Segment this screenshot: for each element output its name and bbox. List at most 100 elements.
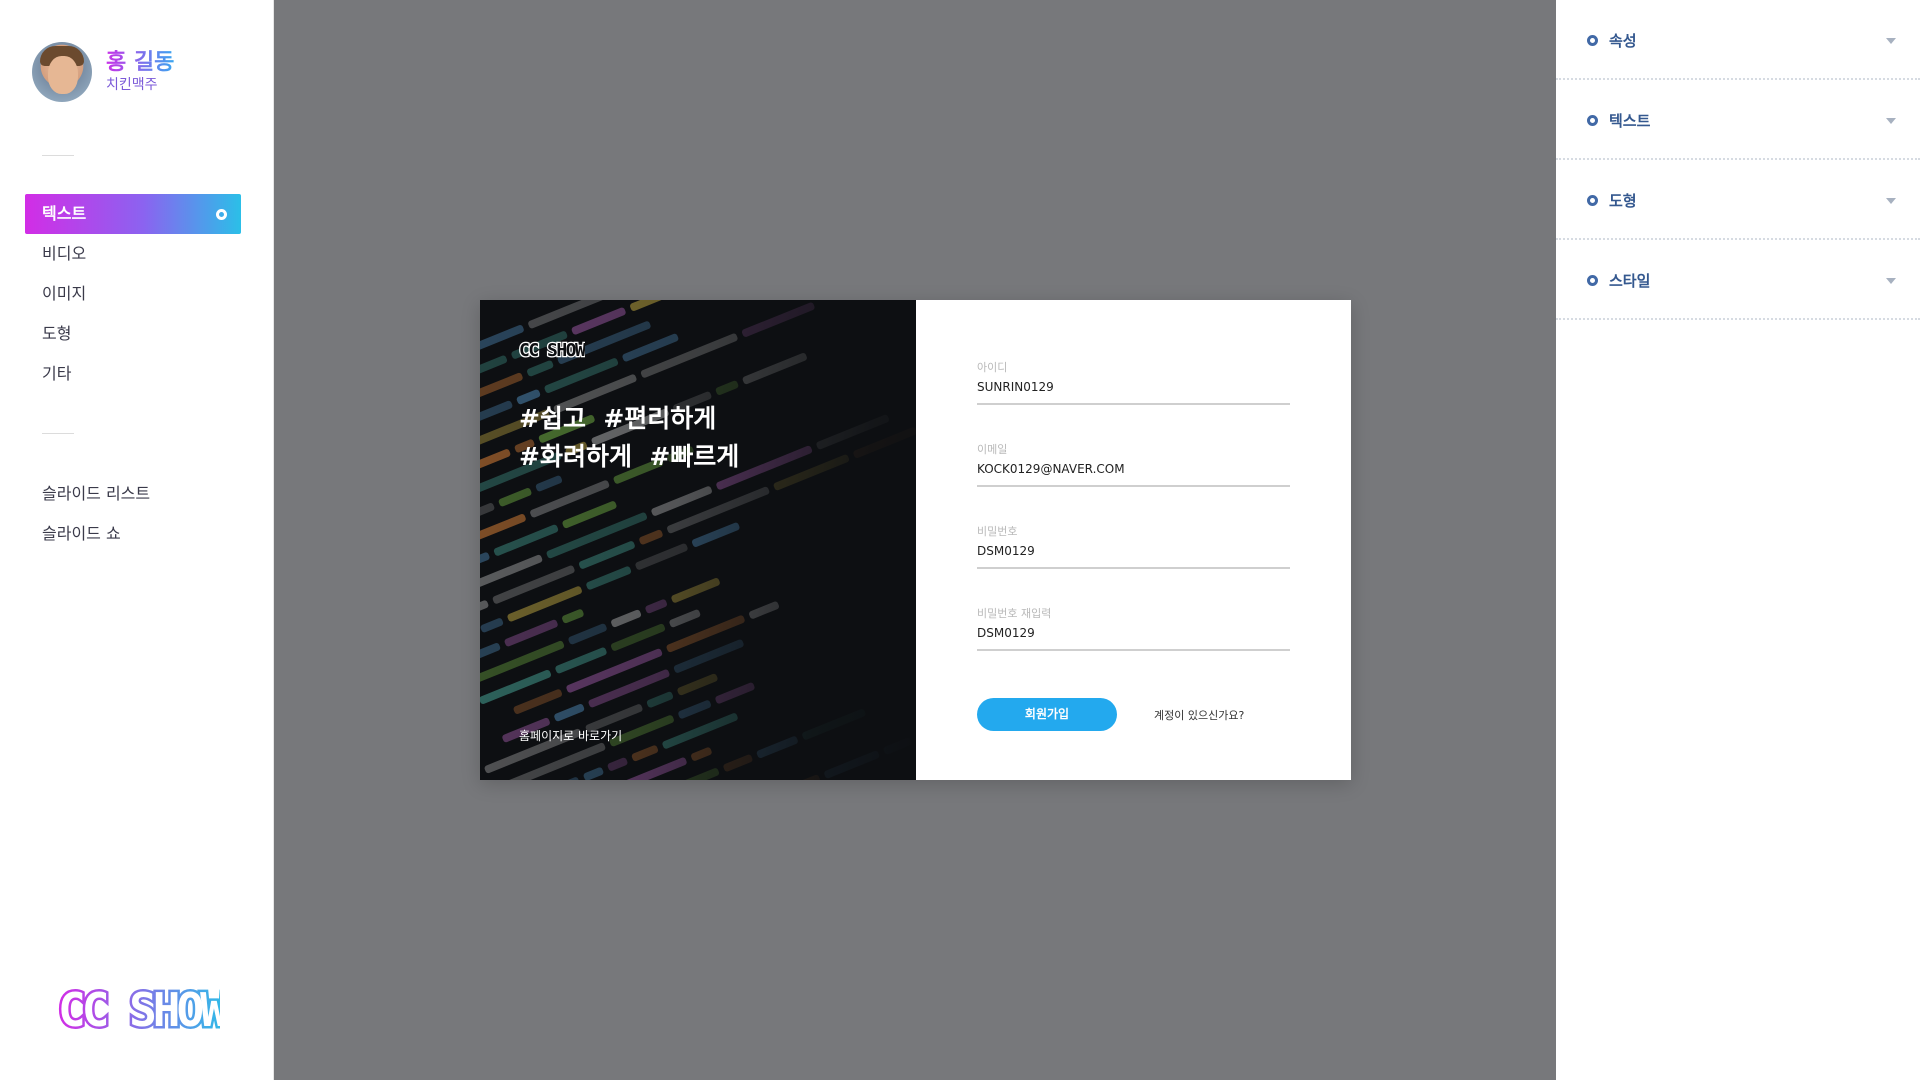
bullet-icon [1587, 195, 1598, 206]
prop-section-label: 스타일 [1609, 272, 1651, 290]
code-token [650, 485, 713, 517]
code-token [480, 551, 491, 587]
code-token [690, 746, 713, 762]
brand-logo[interactable]: CC SHOW [56, 986, 220, 1034]
code-token [644, 598, 668, 615]
email-input[interactable]: KOCK0129@NAVER.COM [977, 461, 1290, 487]
modal-hero: CC SHOW #쉽고 #편리하게 #화려하게 #빠르게 홈페이지로 바로가기 [480, 300, 916, 780]
code-token [480, 502, 496, 527]
homepage-link[interactable]: 홈페이지로 바로가기 [519, 727, 622, 744]
nav-item-slide-list[interactable]: 슬라이드 리스트 [25, 474, 241, 514]
code-token [553, 703, 586, 723]
code-token [503, 776, 581, 780]
nav-item-slide-show[interactable]: 슬라이드 쇼 [25, 514, 241, 554]
bullet-icon [1587, 275, 1598, 286]
code-token [512, 688, 563, 715]
code-token [565, 647, 664, 694]
code-token [815, 413, 890, 451]
caret-down-icon[interactable] [1886, 198, 1896, 204]
code-token [666, 485, 771, 535]
nav-item-shape[interactable]: 도형 [25, 314, 241, 354]
code-token [582, 766, 605, 780]
headline-line: #쉽고 #편리하게 [519, 404, 717, 433]
code-token [645, 690, 674, 709]
password-confirm-input[interactable]: DSM0129 [977, 625, 1290, 651]
code-token [691, 521, 741, 548]
nav-item-label: 텍스트 [42, 204, 87, 223]
caret-down-icon[interactable] [1886, 38, 1896, 44]
prop-section-text[interactable]: 텍스트 [1556, 80, 1920, 160]
code-line [500, 595, 916, 780]
password-confirm-field[interactable]: 비밀번호 재입력 DSM0129 [977, 607, 1290, 651]
field-label: 비밀번호 재입력 [977, 607, 1052, 620]
code-line [480, 513, 916, 760]
nav-item-etc[interactable]: 기타 [25, 354, 241, 394]
code-token [480, 354, 508, 402]
id-field[interactable]: 아이디 SUNRIN0129 [977, 361, 1290, 405]
nav-item-label: 기타 [42, 364, 72, 383]
password-input[interactable]: DSM0129 [977, 543, 1290, 569]
caret-down-icon[interactable] [1886, 278, 1896, 284]
code-token [672, 638, 745, 674]
field-label: 비밀번호 [977, 525, 1018, 538]
code-token [606, 756, 629, 772]
caret-down-icon[interactable] [1886, 118, 1896, 124]
code-token [755, 735, 799, 759]
bullet-icon [1587, 35, 1598, 46]
code-token [480, 642, 502, 663]
profile-text: 홍 길동 치킨맥주 [106, 50, 174, 94]
nav-item-image[interactable]: 이미지 [25, 274, 241, 314]
code-token [491, 564, 576, 605]
nav-item-label: 도형 [42, 324, 72, 343]
code-token [677, 699, 712, 720]
divider [42, 155, 74, 156]
prop-section-label: 속성 [1609, 32, 1637, 50]
code-token [506, 585, 583, 623]
prop-section-attributes[interactable]: 속성 [1556, 0, 1920, 80]
signup-button[interactable]: 회원가입 [977, 698, 1117, 731]
active-dot-icon [216, 209, 227, 220]
nav-item-text[interactable]: 텍스트 [25, 194, 241, 234]
prop-section-style[interactable]: 스타일 [1556, 240, 1920, 320]
code-token [480, 617, 505, 634]
signup-form: 아이디 SUNRIN0129 이메일 KOCK0129@NAVER.COM 비밀… [916, 300, 1351, 780]
email-field[interactable]: 이메일 KOCK0129@NAVER.COM [977, 443, 1290, 487]
code-line [491, 574, 916, 780]
password-field[interactable]: 비밀번호 DSM0129 [977, 525, 1290, 569]
code-background-image [480, 300, 916, 780]
prop-section-shape[interactable]: 도형 [1556, 160, 1920, 240]
user-profile[interactable]: 홍 길동 치킨맥주 [32, 42, 174, 102]
modal-logo-text: CC SHOW [519, 340, 585, 360]
login-link[interactable]: 계정이 있으신가요? [1154, 707, 1244, 723]
code-token [561, 608, 585, 625]
avatar[interactable] [32, 42, 92, 102]
nav-item-label: 슬라이드 리스트 [42, 484, 151, 503]
code-token [734, 773, 821, 780]
code-token [661, 712, 739, 750]
code-token [529, 479, 611, 519]
code-token [638, 529, 664, 546]
code-token [543, 357, 619, 394]
code-token [480, 513, 527, 553]
code-token [503, 618, 559, 648]
nav-item-video[interactable]: 비디오 [25, 234, 241, 274]
code-token [741, 352, 808, 385]
field-label: 아이디 [977, 361, 1008, 374]
id-input[interactable]: SUNRIN0129 [977, 379, 1290, 405]
code-token [714, 379, 740, 396]
code-line [480, 452, 916, 699]
code-token [567, 622, 608, 646]
code-token [480, 599, 490, 633]
nav-item-label: 비디오 [42, 244, 87, 263]
code-token [503, 742, 607, 780]
code-token [480, 669, 552, 705]
code-line [508, 615, 916, 780]
prop-section-label: 도형 [1609, 192, 1637, 210]
code-token [480, 324, 525, 359]
code-token [554, 646, 608, 675]
code-line [480, 493, 916, 740]
code-token [668, 608, 702, 629]
code-token [480, 640, 565, 686]
code-line [483, 554, 916, 780]
